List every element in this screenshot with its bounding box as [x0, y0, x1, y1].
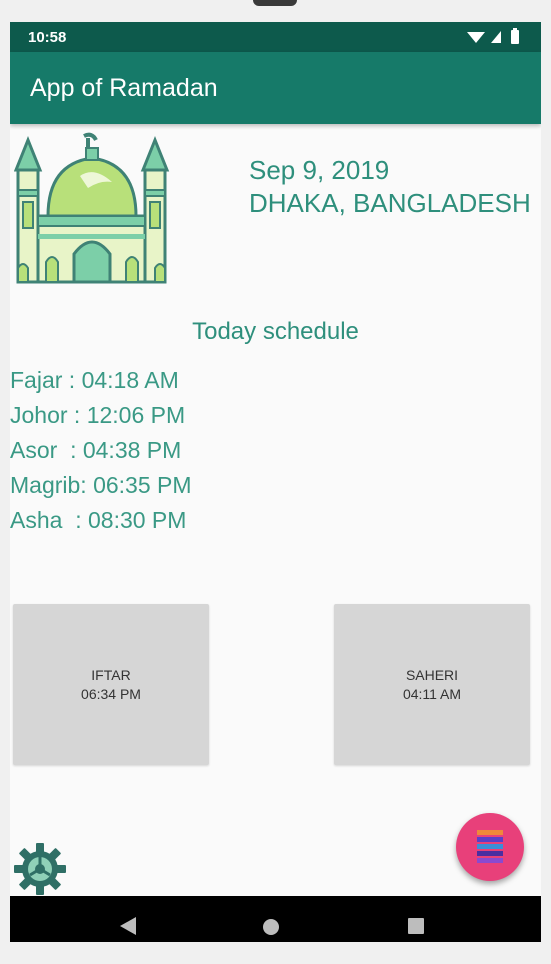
schedule-title: Today schedule [192, 318, 359, 345]
saheri-label: SAHERI [405, 666, 459, 683]
status-bar: 10:58 [10, 22, 541, 52]
status-icons [465, 28, 527, 46]
home-icon[interactable] [262, 918, 280, 936]
iftar-time: 06:34 PM [81, 685, 141, 702]
saheri-card[interactable]: SAHERI 04:11 AM [334, 604, 530, 765]
prayer-time-asor: Asor : 04:38 PM [10, 437, 182, 463]
wifi-signal-battery-icon [467, 28, 519, 44]
prayer-time-johor: Johor : 12:06 PM [10, 402, 186, 428]
prayer-list: Fajar : 04:18 AM Johor : 12:06 PM Asor :… [10, 365, 192, 540]
prayer-time-magrib: Magrib: 06:35 PM [10, 472, 192, 498]
mosque-icon [14, 132, 170, 284]
current-date: Sep 9, 2019 [249, 155, 390, 185]
menu-stack-icon [477, 830, 503, 863]
system-nav-bar [10, 896, 541, 942]
gear-icon[interactable] [13, 842, 67, 896]
iftar-card[interactable]: IFTAR 06:34 PM [13, 604, 209, 765]
device-notch [253, 0, 297, 6]
prayer-time-fajar: Fajar : 04:18 AM [10, 367, 179, 393]
app-title: App of Ramadan [30, 74, 218, 102]
app-bar: App of Ramadan [10, 52, 541, 124]
recents-icon[interactable] [407, 917, 425, 935]
iftar-label: IFTAR [91, 666, 131, 683]
menu-fab-button[interactable] [456, 813, 524, 881]
status-time: 10:58 [28, 29, 67, 46]
prayer-time-asha: Asha : 08:30 PM [10, 507, 187, 533]
back-icon[interactable] [118, 916, 138, 936]
current-location: DHAKA, BANGLADESH [249, 188, 531, 218]
saheri-time: 04:11 AM [402, 685, 462, 702]
phone-screen: 10:58 App of Ramadan Sep 9, 2019 DHAKA, … [10, 22, 541, 942]
